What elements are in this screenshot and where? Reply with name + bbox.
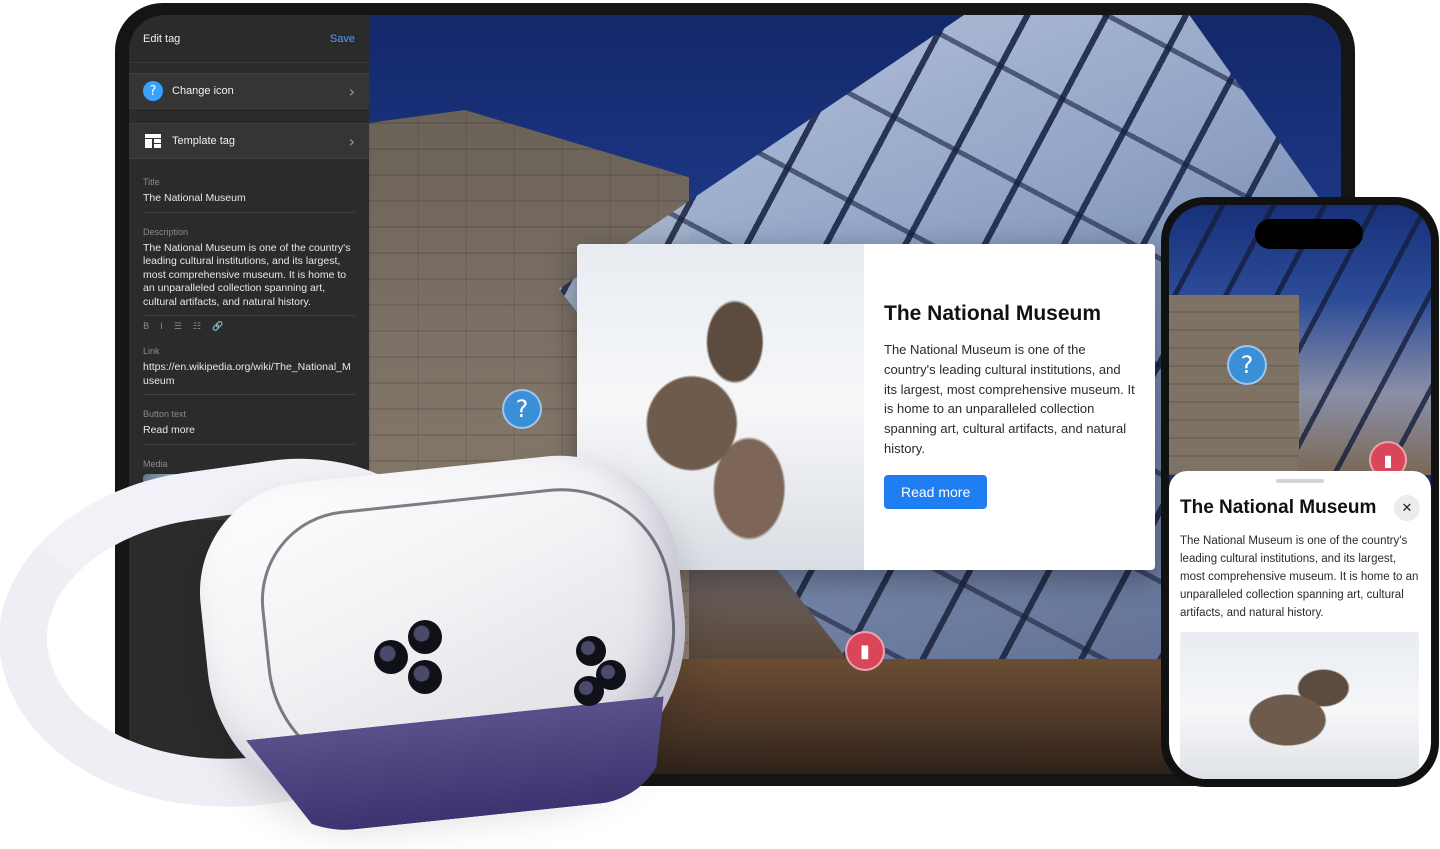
museum-stone-building xyxy=(1169,295,1299,475)
phone-screen: ? ▮ The National Museum ✕ The National M… xyxy=(1169,205,1431,779)
description-field[interactable]: Description The National Museum is one o… xyxy=(143,226,355,332)
link-field[interactable]: Link https://en.wikipedia.org/wiki/The_N… xyxy=(143,346,355,395)
close-icon[interactable]: ✕ xyxy=(1394,495,1420,521)
title-label: Title xyxy=(143,177,160,187)
info-hotspot-question-mark-icon[interactable]: ? xyxy=(1227,345,1267,385)
phone-device: ? ▮ The National Museum ✕ The National M… xyxy=(1161,197,1439,787)
camera-lens xyxy=(576,636,606,666)
button-text-label: Button text xyxy=(143,409,187,419)
description-input[interactable]: The National Museum is one of the countr… xyxy=(143,242,355,316)
info-hotspot-question-mark-icon[interactable]: ? xyxy=(502,389,542,429)
template-tag-row[interactable]: Template tag › xyxy=(129,123,369,159)
change-icon-label: Change icon xyxy=(172,85,234,97)
editor-title: Edit tag xyxy=(143,32,181,45)
camera-lens xyxy=(574,676,604,706)
camera-lens xyxy=(408,620,442,654)
bottom-sheet: The National Museum ✕ The National Museu… xyxy=(1169,471,1431,779)
camera-lens xyxy=(408,660,442,694)
dinosaur-skeleton-image xyxy=(1180,632,1419,779)
description-label: Description xyxy=(143,226,189,237)
link-label: Link xyxy=(143,346,160,356)
save-button[interactable]: Save xyxy=(330,33,355,45)
vr-headset-image xyxy=(0,437,701,838)
camera-lens xyxy=(374,640,408,674)
bold-button[interactable]: B xyxy=(143,322,149,332)
chevron-right-icon: › xyxy=(348,131,355,151)
popup-title: The National Museum xyxy=(884,302,1102,325)
link-button[interactable]: 🔗 xyxy=(212,322,223,332)
layout-grid-icon xyxy=(143,131,163,151)
sheet-header: The National Museum ✕ xyxy=(1180,495,1420,521)
dynamic-island xyxy=(1255,219,1363,249)
template-tag-label: Template tag xyxy=(172,135,235,147)
sheet-title: The National Museum xyxy=(1180,497,1377,518)
editor-header: Edit tag Save xyxy=(129,15,369,63)
title-input[interactable]: The National Museum xyxy=(143,192,355,213)
change-icon-row[interactable]: ? Change icon › xyxy=(129,73,369,109)
italic-button[interactable]: I xyxy=(160,322,163,332)
bullet-list-button[interactable]: ☰ xyxy=(174,322,182,332)
title-field[interactable]: Title The National Museum xyxy=(143,177,355,213)
chevron-right-icon: › xyxy=(348,81,355,101)
numbered-list-button[interactable]: ☷ xyxy=(193,322,201,332)
popup-description: The National Museum is one of the countr… xyxy=(884,342,1135,456)
question-mark-icon: ? xyxy=(143,81,163,101)
sheet-description: The National Museum is one of the countr… xyxy=(1180,535,1419,619)
read-more-button[interactable]: Read more xyxy=(884,474,988,509)
popup-body: The National Museum The National Museum … xyxy=(864,244,1155,570)
link-input[interactable]: https://en.wikipedia.org/wiki/The_Nation… xyxy=(143,361,355,395)
door-hotspot-door-icon[interactable]: ▮ xyxy=(845,631,885,671)
format-toolbar: B I ☰ ☷ 🔗 xyxy=(143,322,355,332)
sheet-grabber[interactable] xyxy=(1276,479,1324,483)
